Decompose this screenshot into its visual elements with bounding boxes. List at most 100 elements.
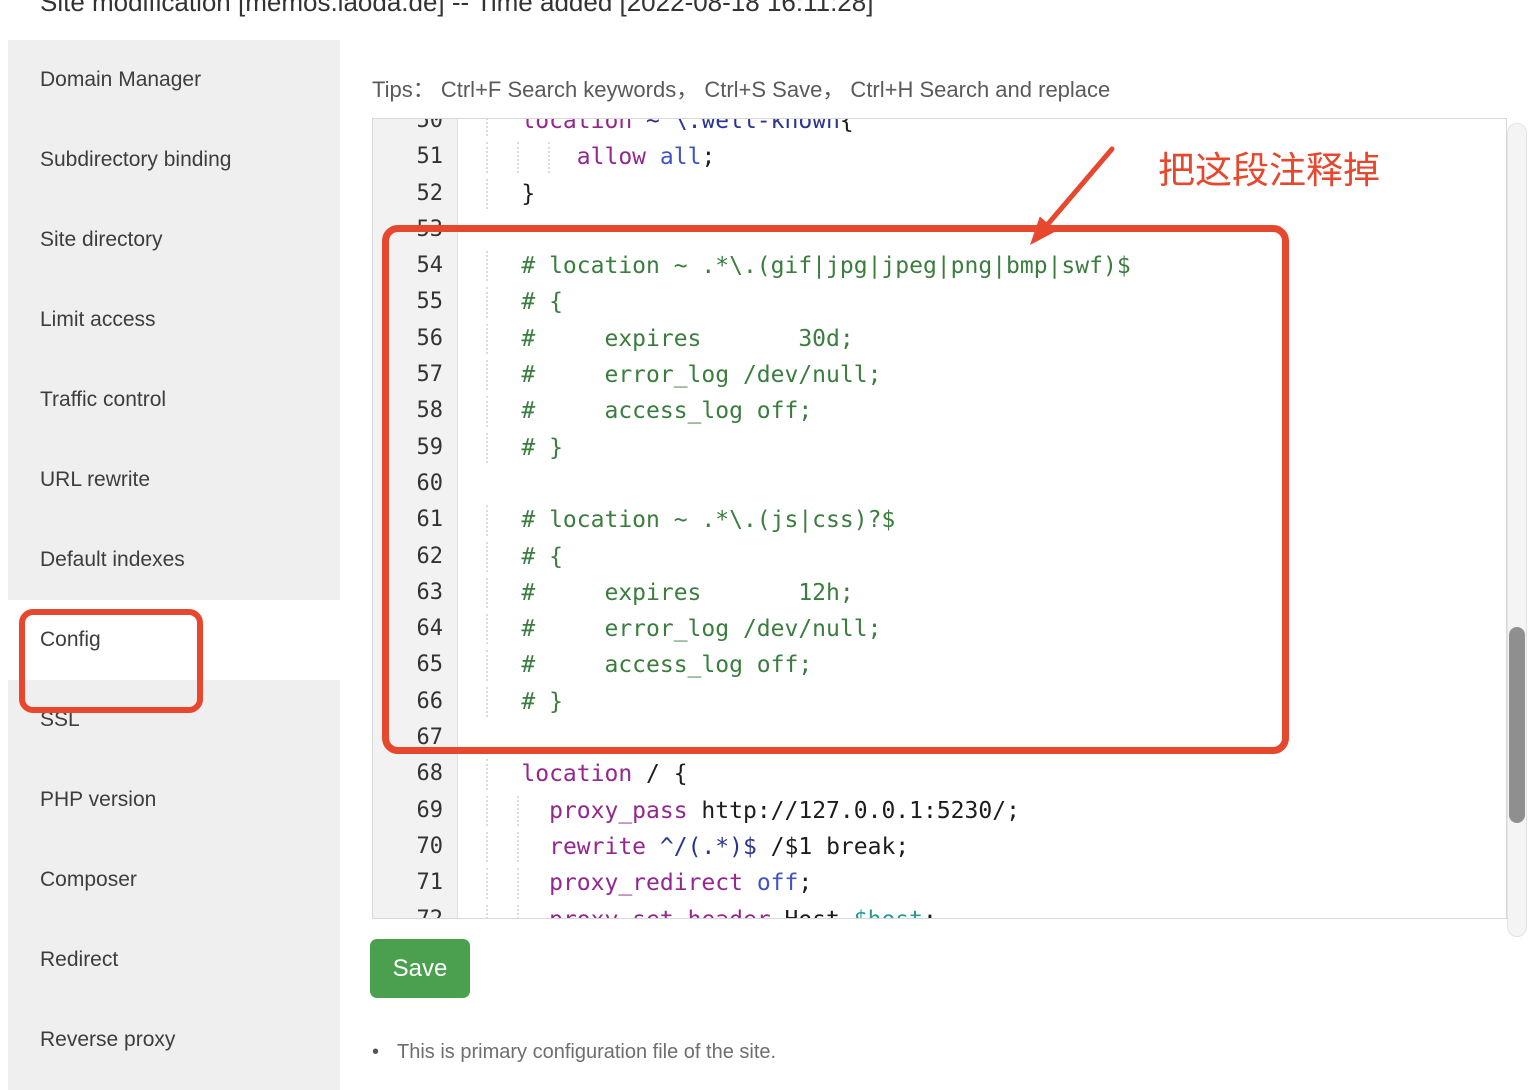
code-line-text: proxy_set_header Host $host; <box>466 902 937 919</box>
code-line: 63 # expires 12h; <box>373 575 1506 611</box>
sidebar-item-composer[interactable]: Composer <box>8 840 340 920</box>
code-line-text: rewrite ^/(.*)$ /$1 break; <box>466 829 909 865</box>
code-line-text: } <box>466 176 535 212</box>
line-number: 72 <box>373 902 443 919</box>
code-line: 55 # { <box>373 284 1506 320</box>
bullet-icon: • <box>372 1041 379 1064</box>
save-button[interactable]: Save <box>370 939 470 998</box>
sidebar: Domain Manager Subdirectory binding Site d… <box>8 40 340 1090</box>
sidebar-item-ssl[interactable]: SSL <box>8 680 340 760</box>
code-line-text: # expires 12h; <box>466 575 854 611</box>
code-line: 71 proxy_redirect off; <box>373 865 1506 901</box>
sidebar-item-label: PHP version <box>40 788 156 812</box>
code-line-text: # location ~ .*\.(gif|jpg|jpeg|png|bmp|s… <box>466 248 1131 284</box>
annotation-text: 把这段注释掉 <box>1158 140 1380 194</box>
sidebar-item-subdirectory-binding[interactable]: Subdirectory binding <box>8 120 340 200</box>
code-line-text: location ~ \.well-known{ <box>466 118 854 139</box>
line-number: 71 <box>373 865 443 901</box>
code-line: 59 # } <box>373 430 1506 466</box>
sidebar-item-redirect[interactable]: Redirect <box>8 920 340 1000</box>
code-line-text: # error_log /dev/null; <box>466 611 881 647</box>
line-number: 50 <box>373 118 443 139</box>
line-number: 52 <box>373 176 443 212</box>
line-number: 70 <box>373 829 443 865</box>
sidebar-item-label: Default indexes <box>40 548 185 572</box>
code-line: 66 # } <box>373 684 1506 720</box>
sidebar-item-traffic-control[interactable]: Traffic control <box>8 360 340 440</box>
tips-text: Tips： Ctrl+F Search keywords， Ctrl+S Sav… <box>372 72 1110 104</box>
sidebar-item-limit-access[interactable]: Limit access <box>8 280 340 360</box>
code-line-text: # location ~ .*\.(js|css)?$ <box>466 502 895 538</box>
line-number: 63 <box>373 575 443 611</box>
code-line: 50 location ~ \.well-known{ <box>373 118 1506 139</box>
line-number: 64 <box>373 611 443 647</box>
editor-lines: 50 location ~ \.well-known{51 allow all;… <box>373 118 1506 919</box>
sidebar-item-label: Domain Manager <box>40 68 201 92</box>
code-line: 69 proxy_pass http://127.0.0.1:5230/; <box>373 793 1506 829</box>
code-line-text: # expires 30d; <box>466 321 854 357</box>
line-number: 61 <box>373 502 443 538</box>
code-line-text: # { <box>466 284 563 320</box>
line-number: 65 <box>373 647 443 683</box>
sidebar-item-label: Limit access <box>40 308 156 332</box>
window-title: Site modification [memos.laoda.de] -- Ti… <box>40 0 873 15</box>
sidebar-item-default-indexes[interactable]: Default indexes <box>8 520 340 600</box>
sidebar-item-label: Site directory <box>40 228 163 252</box>
sidebar-item-label: Composer <box>40 868 137 892</box>
code-line-text: location / { <box>466 756 688 792</box>
sidebar-item-url-rewrite[interactable]: URL rewrite <box>8 440 340 520</box>
code-line: 72 proxy_set_header Host $host; <box>373 902 1506 919</box>
code-line: 56 # expires 30d; <box>373 321 1506 357</box>
code-line: 54 # location ~ .*\.(gif|jpg|jpeg|png|bm… <box>373 248 1506 284</box>
sidebar-item-label: URL rewrite <box>40 468 150 492</box>
line-number: 54 <box>373 248 443 284</box>
sidebar-item-label: Traffic control <box>40 388 166 412</box>
sidebar-item-label: Config <box>40 628 101 652</box>
line-number: 59 <box>373 430 443 466</box>
code-line-text: # error_log /dev/null; <box>466 357 881 393</box>
sidebar-item-label: Subdirectory binding <box>40 148 231 172</box>
code-line: 60 <box>373 466 1506 502</box>
sidebar-item-reverse-proxy[interactable]: Reverse proxy <box>8 1000 340 1080</box>
code-line: 61 # location ~ .*\.(js|css)?$ <box>373 502 1506 538</box>
line-number: 62 <box>373 539 443 575</box>
sidebar-item-label: Redirect <box>40 948 118 972</box>
line-number: 60 <box>373 466 443 502</box>
scrollbar-thumb[interactable] <box>1509 627 1525 823</box>
sidebar-item-label: SSL <box>40 708 80 732</box>
code-line: 65 # access_log off; <box>373 647 1506 683</box>
code-line: 67 <box>373 720 1506 756</box>
code-line: 70 rewrite ^/(.*)$ /$1 break; <box>373 829 1506 865</box>
sidebar-item-php-version[interactable]: PHP version <box>8 760 340 840</box>
line-number: 51 <box>373 139 443 175</box>
code-line-text: allow all; <box>466 139 715 175</box>
sidebar-item-label: Reverse proxy <box>40 1028 175 1052</box>
code-line: 62 # { <box>373 539 1506 575</box>
code-line: 53 <box>373 212 1506 248</box>
code-line-text: # { <box>466 539 563 575</box>
line-number: 53 <box>373 212 443 248</box>
line-number: 68 <box>373 756 443 792</box>
editor-scrollbar[interactable] <box>1507 123 1527 937</box>
line-number: 57 <box>373 357 443 393</box>
sidebar-item-config[interactable]: Config <box>8 600 340 680</box>
code-line-text: proxy_pass http://127.0.0.1:5230/; <box>466 793 1020 829</box>
footnote-text: This is primary configuration file of th… <box>397 1041 776 1064</box>
code-line: 57 # error_log /dev/null; <box>373 357 1506 393</box>
code-editor[interactable]: 50 location ~ \.well-known{51 allow all;… <box>372 118 1507 919</box>
line-number: 66 <box>373 684 443 720</box>
code-line-text: # access_log off; <box>466 647 812 683</box>
line-number: 58 <box>373 393 443 429</box>
sidebar-item-site-directory[interactable]: Site directory <box>8 200 340 280</box>
code-line-text: # access_log off; <box>466 393 812 429</box>
line-number: 69 <box>373 793 443 829</box>
code-line-text: # } <box>466 684 563 720</box>
code-line: 58 # access_log off; <box>373 393 1506 429</box>
code-line: 68 location / { <box>373 756 1506 792</box>
line-number: 67 <box>373 720 443 756</box>
code-line: 64 # error_log /dev/null; <box>373 611 1506 647</box>
sidebar-item-domain-manager[interactable]: Domain Manager <box>8 40 340 120</box>
line-number: 56 <box>373 321 443 357</box>
code-line-text: proxy_redirect off; <box>466 865 812 901</box>
code-line-text: # } <box>466 430 563 466</box>
